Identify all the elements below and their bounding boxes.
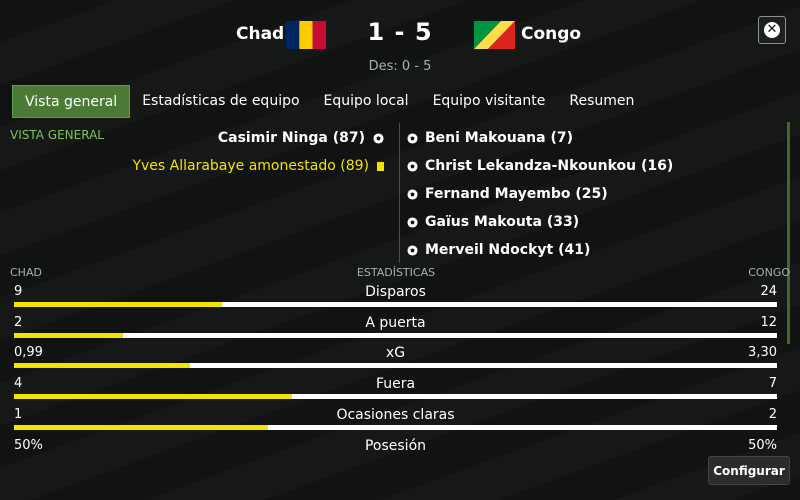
stat-bar (14, 363, 777, 368)
tab-bar: Vista general Estadísticas de equipo Equ… (12, 85, 646, 118)
stats-away-label: CONGO (748, 266, 790, 279)
stat-bar (14, 333, 777, 338)
event-text: Christ Lekandza-Nkounkou (16) (425, 158, 674, 174)
home-team-name: Chad (236, 24, 285, 44)
away-event-goal: Merveil Ndockyt (41) (407, 236, 673, 264)
halftime-score: Des: 0 - 5 (368, 59, 432, 74)
home-event-goal: Casimir Ninga (87) (132, 124, 384, 152)
stat-away-value: 50% (748, 438, 777, 453)
away-event-goal: Gaïus Makouta (33) (407, 208, 673, 236)
home-event-yellow-card: Yves Allarabaye amonestado (89) (132, 152, 384, 180)
stat-bar (14, 302, 777, 307)
stat-name: Posesión (364, 438, 427, 454)
stat-bar-fill (14, 333, 124, 338)
events-divider (399, 123, 400, 263)
stat-row-fuera: 4 Fuera 7 (14, 376, 777, 406)
tab-equipo-visitante[interactable]: Equipo visitante (421, 85, 558, 116)
stat-bar-fill (14, 363, 191, 368)
stat-bar-fill (14, 394, 292, 399)
event-text: Fernand Mayembo (25) (425, 186, 608, 202)
stat-away-value: 24 (760, 284, 777, 299)
stat-away-value: 12 (760, 315, 777, 330)
stat-row-a-puerta: 2 A puerta 12 (14, 315, 777, 345)
stat-away-value: 7 (768, 376, 777, 391)
event-text: Gaïus Makouta (33) (425, 214, 580, 230)
stat-name: Ocasiones claras (336, 407, 455, 423)
stat-row-posesion: 50% Posesión 50% (14, 438, 777, 468)
away-team-name: Congo (521, 24, 582, 44)
stat-bar-fill (14, 425, 269, 430)
stat-away-value: 3,30 (748, 345, 777, 360)
stat-name: xG (385, 345, 406, 361)
configure-button[interactable]: Configurar (708, 456, 790, 485)
close-icon: ✕ (764, 22, 780, 38)
stat-name: Disparos (365, 284, 426, 300)
tab-equipo-local[interactable]: Equipo local (312, 85, 421, 116)
stat-row-ocasiones-claras: 1 Ocasiones claras 2 (14, 407, 777, 437)
stat-name: A puerta (365, 315, 426, 331)
goal-ball-icon (407, 216, 418, 228)
tab-vista-general[interactable]: Vista general (12, 85, 131, 118)
tab-estadisticas-equipo[interactable]: Estadísticas de equipo (130, 85, 311, 116)
stats-title: ESTADÍSTICAS (356, 266, 436, 279)
away-event-goal: Beni Makouana (7) (407, 124, 673, 152)
close-button[interactable]: ✕ (758, 16, 786, 44)
stat-name: Fuera (375, 376, 416, 392)
goal-ball-icon (407, 160, 418, 172)
event-text: Casimir Ninga (87) (217, 130, 365, 146)
stat-bar (14, 425, 777, 430)
yellow-card-icon (377, 161, 384, 171)
congo-flag-icon (474, 21, 515, 49)
stat-row-disparos: 9 Disparos 24 (14, 284, 777, 314)
event-text: Yves Allarabaye amonestado (89) (132, 158, 369, 174)
home-events: Casimir Ninga (87) Yves Allarabaye amone… (132, 124, 384, 180)
event-text: Beni Makouana (7) (425, 130, 573, 146)
away-events: Beni Makouana (7) Christ Lekandza-Nkounk… (407, 124, 673, 264)
tab-resumen[interactable]: Resumen (557, 85, 646, 116)
away-event-goal: Fernand Mayembo (25) (407, 180, 673, 208)
goal-ball-icon (407, 132, 418, 144)
stat-bar (14, 394, 777, 399)
goal-ball-icon (407, 188, 418, 200)
match-score: 1 - 5 (367, 18, 433, 46)
goal-ball-icon (373, 132, 384, 144)
section-title: VISTA GENERAL (10, 128, 104, 142)
stat-bar-fill (14, 302, 223, 307)
away-event-goal: Christ Lekandza-Nkounkou (16) (407, 152, 673, 180)
stat-away-value: 2 (768, 407, 777, 422)
goal-ball-icon (407, 244, 418, 256)
event-text: Merveil Ndockyt (41) (425, 242, 591, 258)
chad-flag-icon (286, 21, 326, 49)
stat-row-xg: 0,99 xG 3,30 (14, 345, 777, 375)
scrollbar[interactable] (787, 122, 790, 344)
